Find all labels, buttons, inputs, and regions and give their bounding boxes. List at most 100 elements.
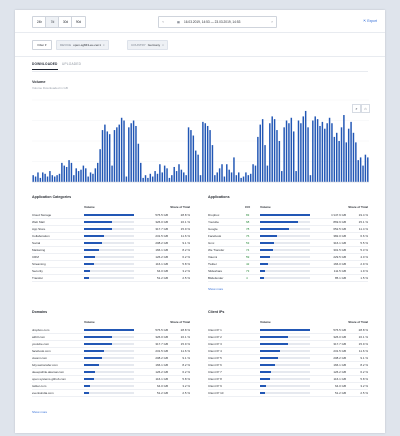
chart-bar[interactable] [44, 173, 46, 182]
chevron-left-icon[interactable]: ‹ [159, 17, 167, 27]
chart-bar[interactable] [135, 125, 137, 182]
chart-bar[interactable] [352, 132, 355, 182]
chart-bar[interactable] [338, 141, 340, 182]
chart-bar[interactable] [223, 176, 226, 182]
chart-bar[interactable] [194, 150, 197, 182]
chart-bar[interactable] [53, 176, 56, 182]
chart-bar[interactable] [300, 123, 302, 182]
chart-bar[interactable] [266, 165, 269, 182]
chart-bar[interactable] [163, 165, 166, 182]
chart-bar[interactable] [357, 160, 359, 182]
chart-bar[interactable] [199, 175, 202, 182]
chart-bar[interactable] [261, 119, 264, 182]
chart-bar[interactable] [75, 168, 77, 182]
chevron-right-icon[interactable]: › [268, 17, 276, 27]
chart-bar[interactable] [154, 171, 156, 182]
chart-bar[interactable] [80, 169, 82, 182]
table-row[interactable]: eventsindia.com 51.2 GB 2.5 % [32, 389, 190, 397]
chart-bar[interactable] [130, 123, 132, 182]
chart-bar[interactable] [89, 172, 92, 182]
chart-bar[interactable] [314, 116, 316, 182]
chart-bar[interactable] [39, 177, 42, 182]
chart-bar[interactable] [116, 127, 118, 182]
chart-bar[interactable] [257, 136, 259, 182]
chart-bar[interactable] [147, 177, 149, 182]
chart-bar[interactable] [161, 172, 163, 182]
chart-bar[interactable] [192, 135, 195, 182]
chart-bar[interactable] [240, 177, 242, 182]
date-range-picker[interactable]: ‹ ▦ 16.03.2019, 14:53 — 23.03.2019, 14:5… [158, 16, 277, 28]
tab-uploaded[interactable]: UPLOADED [62, 62, 81, 66]
chart-bar[interactable] [137, 143, 140, 182]
chart-bar[interactable] [140, 162, 142, 182]
range-button-90d[interactable]: 90d [71, 16, 86, 28]
chart-bar[interactable] [242, 176, 245, 182]
table-row[interactable]: Client IP 10 51.2 GB 2.5 % [208, 389, 368, 397]
chart-bar[interactable] [211, 145, 214, 182]
chart-bar[interactable] [108, 134, 111, 182]
chart-bar[interactable] [249, 173, 252, 182]
chart-bar[interactable] [96, 162, 99, 182]
chart-bar[interactable] [252, 164, 254, 182]
chart-bar[interactable] [142, 177, 144, 182]
chart-bar[interactable] [221, 164, 223, 182]
chart-bar[interactable] [92, 173, 94, 182]
volume-chart[interactable] [32, 96, 369, 188]
chart-bar[interactable] [209, 130, 211, 182]
table-row[interactable]: Transfer 51.2 GB 2.5 % [32, 274, 190, 282]
chart-bar[interactable] [228, 169, 230, 182]
chart-bar[interactable] [168, 177, 171, 182]
chart-bar[interactable] [70, 162, 73, 182]
chart-bar[interactable] [278, 141, 281, 182]
chart-bar[interactable] [309, 175, 312, 182]
chart-bar[interactable] [51, 175, 54, 182]
chart-bar[interactable] [345, 142, 348, 182]
chart-bar[interactable] [304, 110, 307, 182]
chart-bar[interactable] [166, 168, 168, 182]
chart-bar[interactable] [216, 172, 218, 182]
chart-bar[interactable] [94, 168, 97, 182]
chart-bar[interactable] [230, 172, 233, 182]
chart-bar[interactable] [32, 175, 34, 182]
chart-bar[interactable] [156, 173, 159, 182]
chart-bar[interactable] [312, 120, 314, 183]
chart-bar[interactable] [233, 157, 235, 182]
chart-bar[interactable] [214, 175, 216, 182]
chart-bar[interactable] [111, 165, 113, 182]
chart-bar[interactable] [254, 165, 257, 182]
chart-bar[interactable] [77, 171, 80, 182]
chart-bar[interactable] [350, 121, 352, 182]
chart-bar[interactable] [58, 173, 61, 182]
chart-bar[interactable] [245, 172, 247, 182]
chart-bar[interactable] [125, 176, 128, 182]
chart-bar[interactable] [113, 130, 116, 182]
zoom-in-icon[interactable]: ⌕ [352, 104, 361, 113]
chart-bar[interactable] [46, 176, 49, 182]
chart-bar[interactable] [218, 168, 221, 182]
chart-bar[interactable] [63, 165, 66, 182]
chart-bar[interactable] [132, 120, 135, 183]
chart-bar[interactable] [104, 124, 106, 182]
chart-bar[interactable] [297, 120, 300, 183]
chart-bar[interactable] [355, 142, 357, 182]
chart-bar[interactable] [362, 165, 364, 182]
chart-bar[interactable] [204, 123, 207, 182]
chart-bar[interactable] [321, 121, 324, 182]
chart-bar[interactable] [247, 175, 250, 182]
chart-bar[interactable] [151, 176, 154, 182]
chart-bar[interactable] [276, 130, 278, 182]
chart-bar[interactable] [359, 157, 362, 182]
chart-bar[interactable] [340, 127, 343, 182]
close-icon[interactable]: × [162, 43, 164, 47]
reset-zoom-icon[interactable]: ⌂ [361, 104, 370, 113]
chart-bar[interactable] [202, 121, 204, 182]
chart-bar[interactable] [101, 130, 104, 182]
chart-bar[interactable] [295, 171, 297, 182]
chart-bar[interactable] [144, 175, 147, 182]
chart-bar[interactable] [226, 164, 228, 182]
chart-bar[interactable] [65, 166, 68, 182]
chart-bar[interactable] [37, 172, 39, 182]
table-row[interactable]: Bitdefender 4 85.1 GB 1.5 % [208, 274, 368, 282]
close-icon[interactable]: × [103, 43, 105, 47]
chart-bar[interactable] [82, 165, 85, 182]
